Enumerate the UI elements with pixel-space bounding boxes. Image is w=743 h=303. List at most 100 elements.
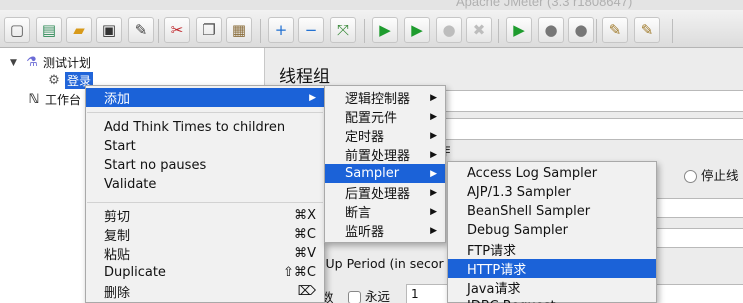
menu-item-label: JDBC Request bbox=[467, 299, 556, 303]
menu-item-shortcut: ⌦ bbox=[297, 284, 316, 299]
menu-item[interactable]: 删除 ⌦ bbox=[86, 282, 324, 301]
new-icon: ▢ bbox=[9, 20, 25, 39]
menu-item-label: 定时器 bbox=[345, 130, 385, 145]
forever-checkbox[interactable]: 永远 bbox=[348, 286, 390, 303]
gear-icon: ⚙ bbox=[48, 73, 60, 88]
radio-icon[interactable] bbox=[684, 170, 697, 183]
paste-icon: ▦ bbox=[231, 20, 247, 39]
menu-item-add[interactable]: 添加 ▶ bbox=[86, 88, 324, 107]
add-submenu-item[interactable]: 断言 ▶ bbox=[325, 202, 445, 221]
submenu-arrow-icon: ▶ bbox=[430, 187, 437, 198]
save-as-button[interactable]: ✎ bbox=[128, 17, 154, 43]
rampup-label: -Up Period (in secor bbox=[321, 256, 444, 271]
menu-item[interactable]: 复制 ⌘C bbox=[86, 225, 324, 244]
shutdown-button[interactable]: ✖ bbox=[466, 17, 492, 43]
remote-start-button[interactable]: ▶ bbox=[506, 17, 532, 43]
menu-item[interactable]: Add Think Times to children bbox=[86, 118, 324, 137]
toolbar-separator bbox=[672, 19, 673, 43]
clear-all-icon: ✎ bbox=[640, 20, 654, 39]
open-button[interactable]: ▰ bbox=[66, 17, 92, 43]
menu-item-label: Add Think Times to children bbox=[104, 120, 286, 135]
flask-icon: ⚗ bbox=[26, 55, 38, 70]
radio-stop-test[interactable]: 停止线 bbox=[684, 165, 739, 184]
add-submenu-item[interactable]: 前置处理器 ▶ bbox=[325, 145, 445, 164]
start-button[interactable]: ▶ bbox=[372, 17, 398, 43]
menu-item-label: 监听器 bbox=[345, 225, 385, 240]
start-no-pauses-button[interactable]: ▶ bbox=[404, 17, 430, 43]
main-toolbar: ▢ ▤ ▰ ▣ ✎ ✂ ❐ ▦ + − ⤧ ▶ ▶ ● ✖ ▶ ● ● ✎ ✎ bbox=[0, 10, 743, 48]
menu-item[interactable]: Start no pauses bbox=[86, 156, 324, 175]
remote-stop-button[interactable]: ● bbox=[538, 17, 564, 43]
tree-node-workbench[interactable]: ℕ 工作台 bbox=[26, 91, 81, 108]
cut-button[interactable]: ✂ bbox=[164, 17, 190, 43]
sampler-submenu-item[interactable]: BeanShell Sampler bbox=[448, 202, 656, 221]
menu-item-label: FTP请求 bbox=[467, 244, 517, 259]
menu-item-label: Validate bbox=[104, 177, 157, 192]
toolbar-separator bbox=[596, 19, 597, 43]
menu-item[interactable]: 剪切 ⌘X bbox=[86, 206, 324, 225]
menu-item-label: Start bbox=[104, 139, 136, 154]
sampler-submenu-item[interactable]: HTTP请求 bbox=[448, 259, 656, 278]
menu-item-shortcut: ⌘V bbox=[294, 246, 316, 261]
clear-button[interactable]: ✎ bbox=[602, 17, 628, 43]
submenu-arrow-icon: ▶ bbox=[430, 206, 437, 217]
tree-node-test-plan[interactable]: ▼ ⚗ 测试计划 bbox=[10, 54, 91, 71]
checkbox-icon[interactable] bbox=[348, 291, 361, 303]
add-submenu-item[interactable]: 配置元件 ▶ bbox=[325, 107, 445, 126]
workbench-icon: ℕ bbox=[28, 92, 40, 107]
stop-button[interactable]: ● bbox=[436, 17, 462, 43]
clear-icon: ✎ bbox=[608, 20, 622, 39]
menu-separator bbox=[87, 202, 323, 203]
menu-item-label: 复制 bbox=[104, 229, 131, 244]
menu-item-label: Debug Sampler bbox=[467, 223, 568, 238]
sampler-submenu-item[interactable]: Debug Sampler bbox=[448, 221, 656, 240]
submenu-arrow-icon: ▶ bbox=[430, 111, 437, 122]
copy-button[interactable]: ❐ bbox=[196, 17, 222, 43]
tree-node-label: 工作台 bbox=[45, 93, 82, 107]
add-submenu-item[interactable]: 逻辑控制器 ▶ bbox=[325, 88, 445, 107]
expand-triangle-icon[interactable]: ▼ bbox=[10, 58, 24, 68]
menu-item-label: AJP/1.3 Sampler bbox=[467, 185, 571, 200]
tree-node-label: 测试计划 bbox=[43, 56, 92, 70]
toggle-button[interactable]: ⤧ bbox=[330, 17, 356, 43]
toolbar-separator bbox=[364, 19, 365, 43]
toggle-icon: ⤧ bbox=[336, 20, 349, 39]
menu-item-shortcut: ⌘X bbox=[294, 208, 316, 223]
menu-item[interactable]: Start bbox=[86, 137, 324, 156]
sampler-submenu-item[interactable]: AJP/1.3 Sampler bbox=[448, 183, 656, 202]
menu-item-add-label: 添加 bbox=[104, 92, 131, 107]
sampler-submenu-item[interactable]: Java请求 bbox=[448, 278, 656, 297]
new-button[interactable]: ▢ bbox=[4, 17, 30, 43]
add-submenu: 逻辑控制器 ▶ 配置元件 ▶ 定时器 ▶ 前置处理器 ▶ Sampler ▶ 后置处理器 ▶ 断言 ▶ 监听… bbox=[324, 85, 446, 243]
templates-icon: ▤ bbox=[41, 20, 57, 39]
paste-button[interactable]: ▦ bbox=[226, 17, 252, 43]
add-submenu-item[interactable]: 监听器 ▶ bbox=[325, 221, 445, 240]
toolbar-separator bbox=[158, 19, 159, 43]
sampler-submenu-item[interactable]: FTP请求 bbox=[448, 240, 656, 259]
save-button[interactable]: ▣ bbox=[96, 17, 122, 43]
submenu-arrow-icon: ▶ bbox=[430, 149, 437, 160]
menu-item-label: 逻辑控制器 bbox=[345, 92, 411, 107]
menu-item-label: Sampler bbox=[345, 166, 400, 181]
start-no-pauses-icon: ▶ bbox=[411, 20, 423, 39]
radio-stop-test-label: 停止线 bbox=[701, 168, 739, 183]
copy-icon: ❐ bbox=[202, 20, 216, 39]
collapse-button[interactable]: − bbox=[298, 17, 324, 43]
menu-item[interactable]: Validate bbox=[86, 175, 324, 194]
remote-shutdown-button[interactable]: ● bbox=[568, 17, 594, 43]
remote-shutdown-icon: ● bbox=[574, 20, 588, 39]
add-submenu-item[interactable]: 定时器 ▶ bbox=[325, 126, 445, 145]
menu-item[interactable]: Duplicate ⇧⌘C bbox=[86, 263, 324, 282]
submenu-arrow-icon: ▶ bbox=[430, 225, 437, 236]
templates-button[interactable]: ▤ bbox=[36, 17, 62, 43]
expand-button[interactable]: + bbox=[268, 17, 294, 43]
add-submenu-item[interactable]: Sampler ▶ bbox=[325, 164, 445, 183]
sampler-submenu-item[interactable]: Access Log Sampler bbox=[448, 164, 656, 183]
add-submenu-item[interactable]: 后置处理器 ▶ bbox=[325, 183, 445, 202]
submenu-arrow-icon: ▶ bbox=[430, 168, 437, 179]
menu-item-label: 删除 bbox=[104, 286, 131, 301]
sampler-submenu-item[interactable]: JDBC Request bbox=[448, 297, 656, 303]
menu-item[interactable]: 粘贴 ⌘V bbox=[86, 244, 324, 263]
forever-label: 永远 bbox=[365, 289, 391, 303]
clear-all-button[interactable]: ✎ bbox=[634, 17, 660, 43]
